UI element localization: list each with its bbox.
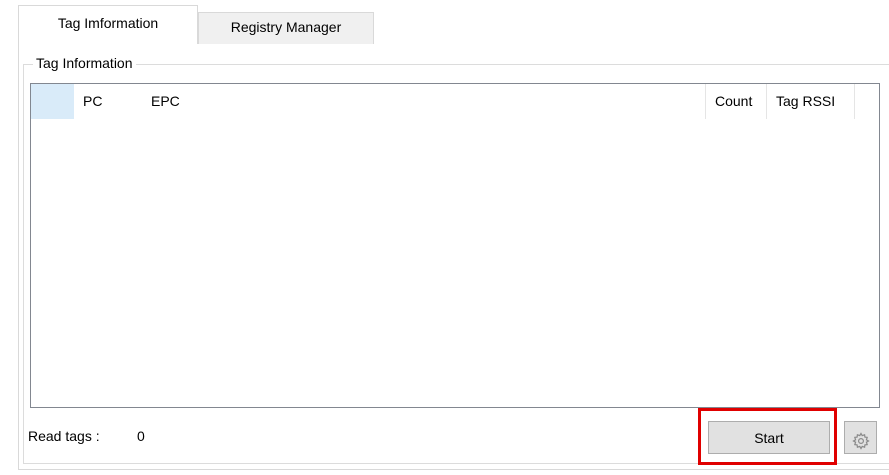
column-header-tag-rssi[interactable]: Tag RSSI xyxy=(767,84,855,119)
list-header: PC EPC Count Tag RSSI xyxy=(31,84,879,119)
column-header-select[interactable] xyxy=(31,84,74,119)
start-button[interactable]: Start xyxy=(708,421,830,454)
column-header-epc[interactable]: EPC xyxy=(142,84,706,119)
gear-icon xyxy=(851,432,870,450)
read-tags-count: 0 xyxy=(137,428,145,444)
tab-tag-information[interactable]: Tag Imformation xyxy=(18,5,198,44)
tab-registry-manager[interactable]: Registry Manager xyxy=(198,12,374,44)
column-header-count[interactable]: Count xyxy=(706,84,767,119)
group-title: Tag Information xyxy=(33,54,136,72)
settings-button[interactable] xyxy=(844,421,877,454)
column-header-pc[interactable]: PC xyxy=(74,84,142,119)
tag-list-view[interactable]: PC EPC Count Tag RSSI xyxy=(30,83,880,408)
read-tags-label: Read tags : xyxy=(28,428,100,444)
